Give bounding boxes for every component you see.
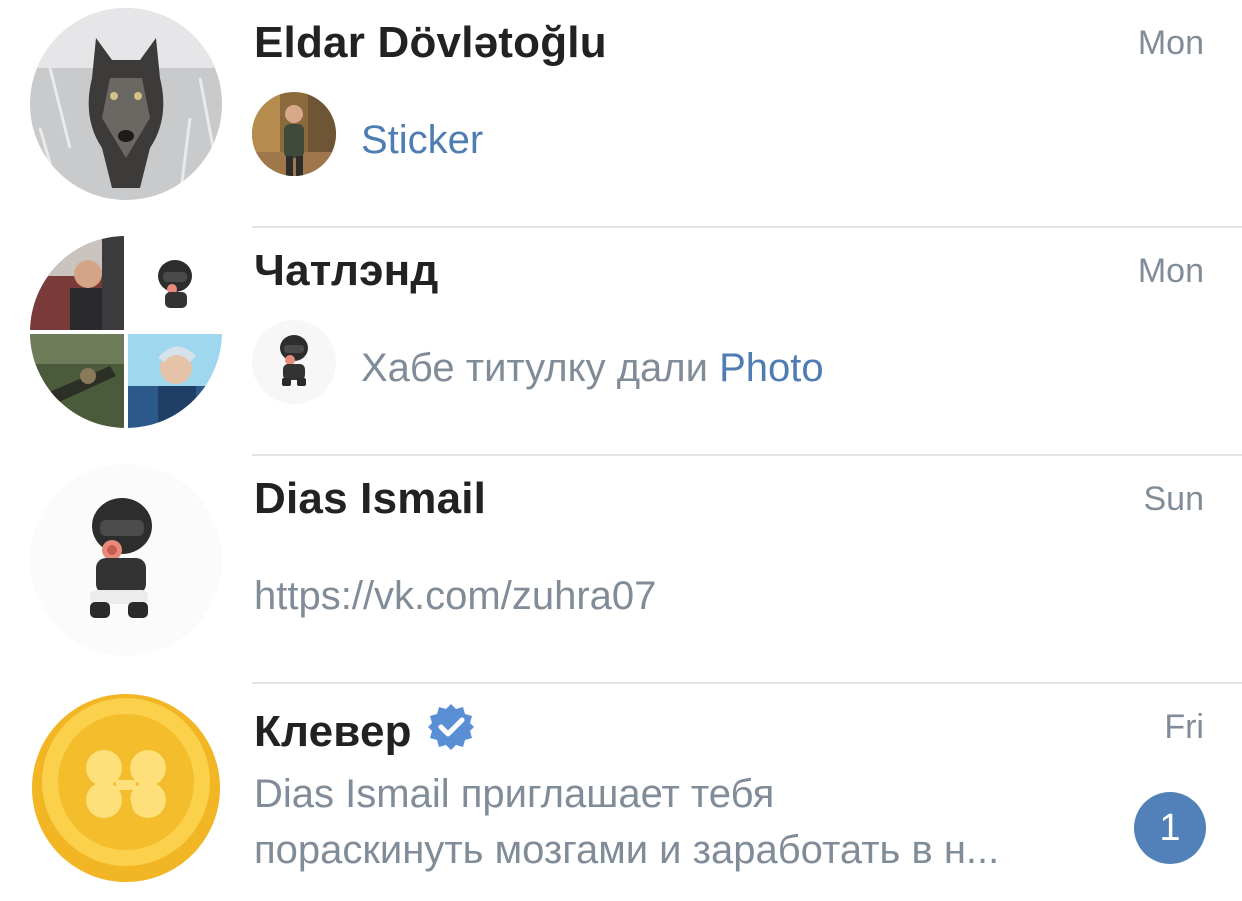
chat-time: Mon <box>1137 24 1204 62</box>
unread-count-badge: 1 <box>1134 792 1206 864</box>
sticker-thumbnail <box>252 320 336 404</box>
chat-row-eldar[interactable]: Eldar Dövlətoğlu Mon Sticker <box>0 0 1242 228</box>
chat-preview: Sticker <box>361 118 483 163</box>
chat-name: Клевер <box>254 702 476 757</box>
chat-name-text: Клевер <box>254 707 412 756</box>
sticker-character-avatar <box>30 464 222 656</box>
chat-preview: Dias Ismail приглашает тебя пораскинуть … <box>254 766 1134 878</box>
group-collage-avatar <box>30 236 222 428</box>
chat-name: Dias Ismail <box>254 474 487 523</box>
clover-coin-avatar <box>30 692 222 884</box>
chat-time: Mon <box>1137 252 1204 290</box>
chat-row-chatland[interactable]: Чатлэнд Mon Хабе титулку дали Photo <box>0 228 1242 456</box>
wolf-photo-avatar <box>30 8 222 200</box>
verified-icon <box>426 702 476 752</box>
chat-name: Чатлэнд <box>254 246 439 295</box>
chat-time: Sun <box>1143 480 1205 518</box>
chat-time: Fri <box>1164 708 1204 746</box>
preview-line-1: Dias Ismail приглашает тебя <box>254 772 775 816</box>
chat-name: Eldar Dövlətoğlu <box>254 18 607 67</box>
chat-preview: https://vk.com/zuhra07 <box>254 574 657 618</box>
preview-attachment-label: Sticker <box>361 118 484 162</box>
chat-preview: Хабе титулку дали Photo <box>361 346 824 391</box>
preview-line-2: пораскинуть мозгами и заработать в н... <box>254 828 1000 872</box>
chat-row-dias[interactable]: Dias Ismail Sun https://vk.com/zuhra07 <box>0 456 1242 684</box>
preview-text: Хабе титулку дали <box>361 346 720 390</box>
user-photo-thumbnail <box>252 92 336 176</box>
preview-attachment-label: Photo <box>719 346 824 390</box>
